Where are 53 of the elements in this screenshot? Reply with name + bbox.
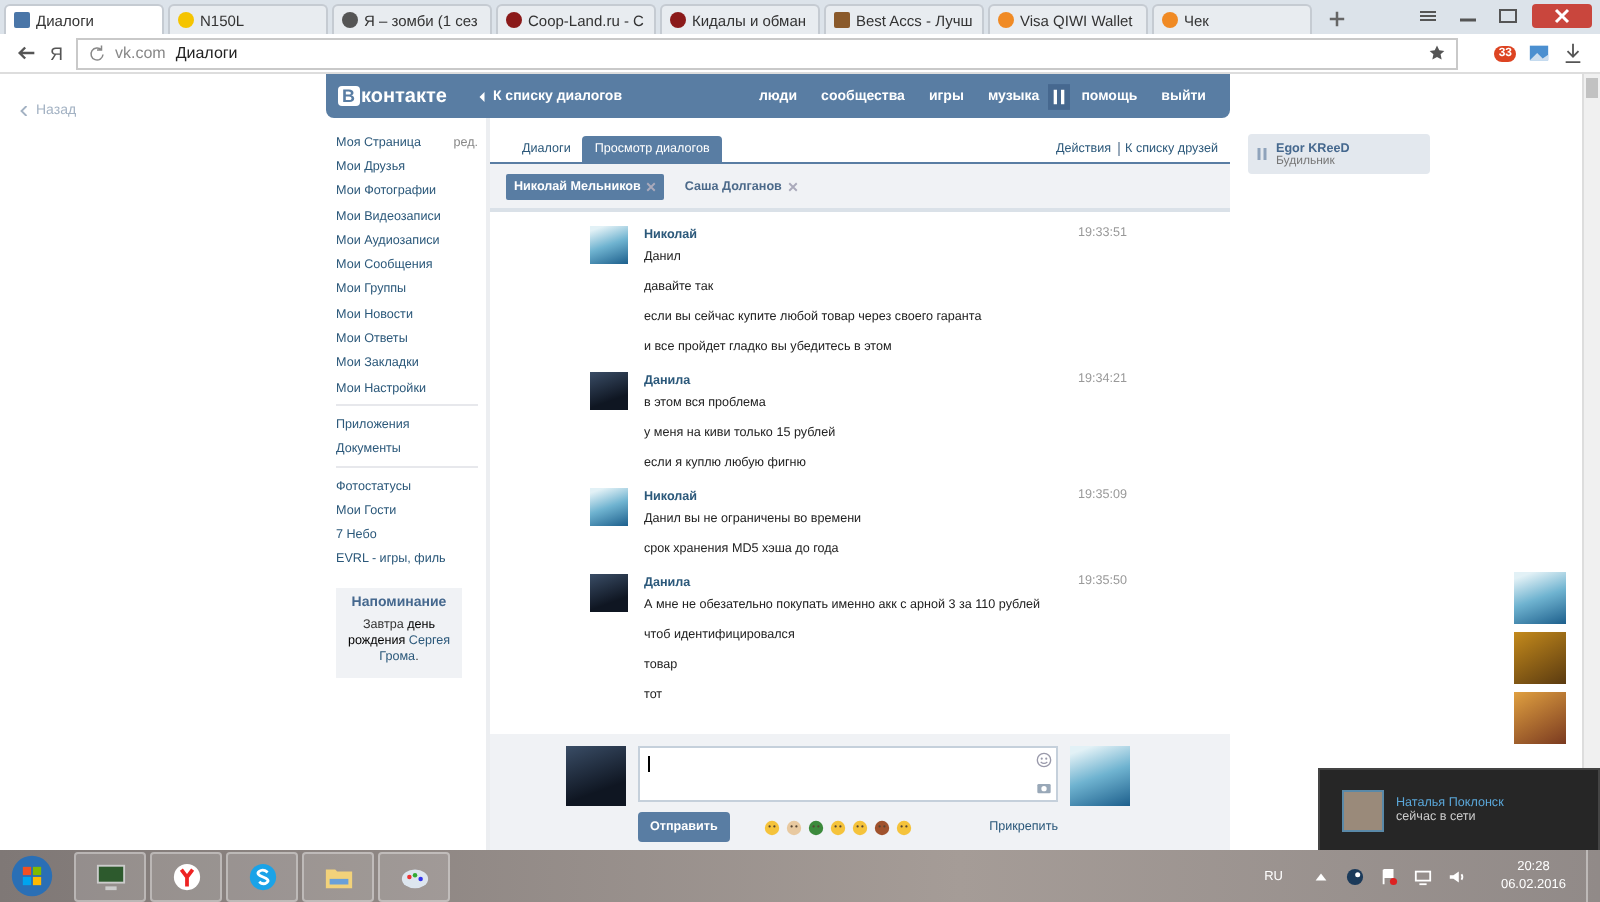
camera-icon[interactable] [1036,780,1052,796]
photo-placeholder[interactable] [1514,632,1566,684]
emoji-icon[interactable] [785,819,802,835]
address-field[interactable]: vk.com Диалоги [75,37,1459,69]
picture-icon[interactable] [1528,42,1550,64]
avatar-photo[interactable] [590,226,628,264]
taskbar-app[interactable] [226,851,298,901]
arrow-icon [478,91,487,101]
star-icon[interactable] [1428,44,1447,62]
taskbar-app[interactable] [302,851,374,901]
emoji-icon[interactable] [807,819,824,835]
download-icon[interactable] [1562,42,1584,64]
chat-icon [247,861,277,891]
favicon-icon [14,12,30,28]
emoji-icon[interactable] [873,819,890,835]
message-input[interactable] [638,746,1058,802]
photo-placeholder[interactable] [1514,692,1566,744]
logo[interactable]: В контакте [338,85,447,107]
emoji-icon[interactable] [763,819,780,835]
smiley-icon[interactable] [1036,752,1052,768]
close-icon[interactable] [1532,4,1592,28]
favicon-icon [1162,12,1178,28]
back-arrow-icon[interactable] [16,42,38,64]
network-icon[interactable] [1414,867,1433,885]
avatar-photo[interactable] [590,372,628,410]
start-button[interactable] [10,854,54,898]
new-tab-icon[interactable] [1328,10,1346,28]
emoji-icon[interactable] [829,819,846,835]
monitor-icon [95,861,125,891]
reload-icon[interactable] [87,44,105,62]
avatar-photo [566,746,626,806]
favicon-icon [178,12,194,28]
speaker-icon[interactable] [1448,867,1467,885]
favicon-icon [834,12,850,28]
avatar-photo[interactable] [590,574,628,612]
browser-icon [171,861,201,891]
taskbar-app[interactable] [74,851,146,901]
flag-icon[interactable] [1380,867,1399,885]
favicon-icon [670,12,686,28]
favicon-icon [506,12,522,28]
close-icon[interactable] [787,181,798,191]
avatar-photo [1342,789,1384,831]
taskbar-app[interactable] [378,851,450,901]
avatar-photo [1070,746,1130,806]
emoji-icon[interactable] [851,819,868,835]
taskbar-app[interactable] [150,851,222,901]
favicon-icon [998,12,1014,28]
pause-icon[interactable] [1047,83,1070,109]
avatar-photo[interactable] [590,488,628,526]
yandex-button[interactable]: Я [50,43,63,63]
favicon-icon [342,12,358,28]
photo-placeholder[interactable] [1514,572,1566,624]
emoji-icon[interactable] [895,819,912,835]
